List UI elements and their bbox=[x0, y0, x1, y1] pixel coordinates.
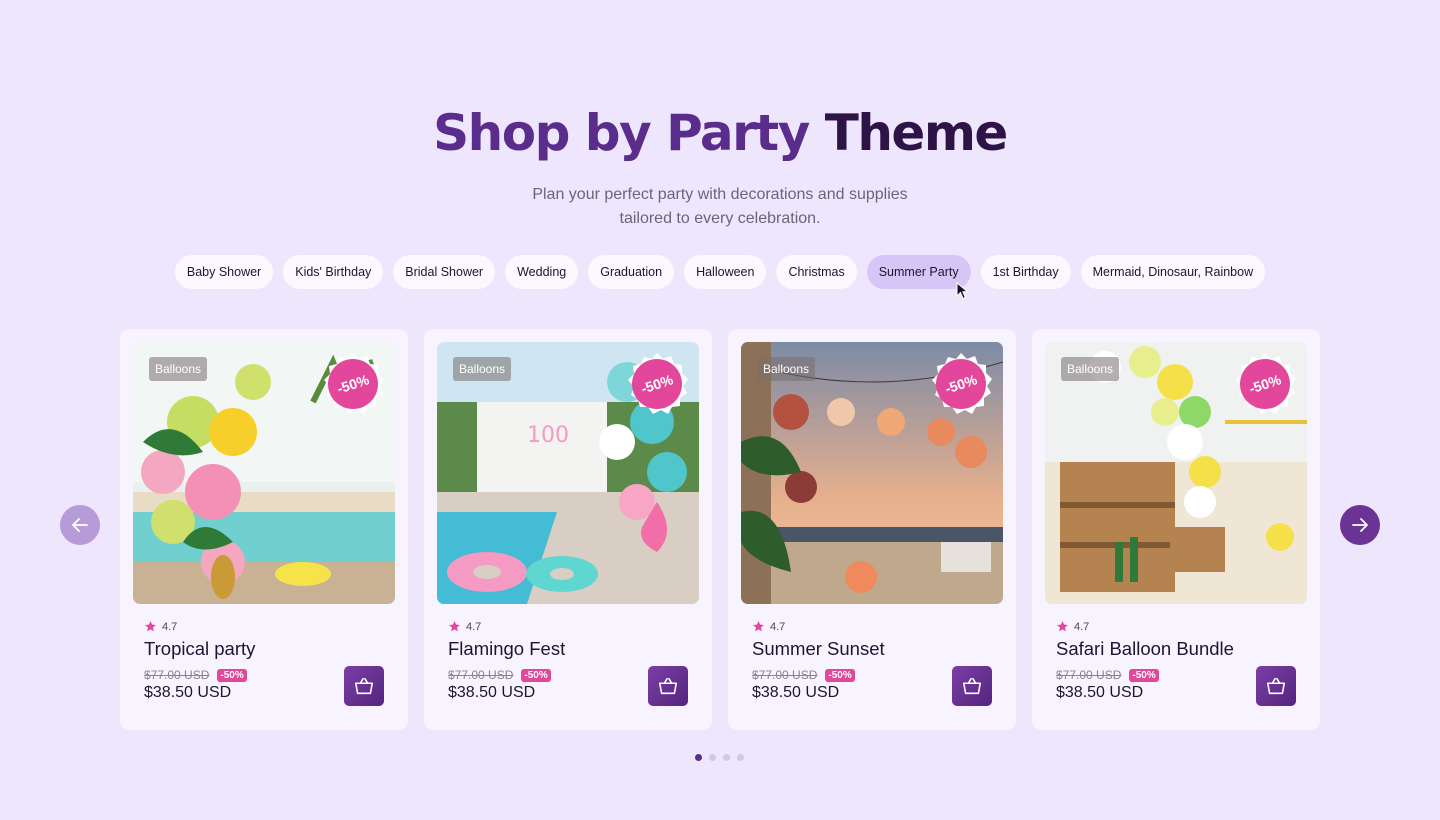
product-rating: 4.7 bbox=[752, 620, 785, 633]
theme-chip-kids-birthday[interactable]: Kids' Birthday bbox=[283, 255, 384, 289]
discount-tag: -50% bbox=[825, 668, 855, 682]
product-card[interactable]: Balloons -50% 4.7 Safari Balloon Bundle … bbox=[1032, 329, 1320, 730]
product-name[interactable]: Safari Balloon Bundle bbox=[1056, 638, 1234, 660]
theme-chip-bridal-shower[interactable]: Bridal Shower bbox=[393, 255, 496, 289]
product-image[interactable]: 100 Balloons -50% bbox=[437, 342, 699, 604]
subtitle-line-2: tailored to every celebration. bbox=[619, 210, 821, 227]
arrow-left-icon bbox=[72, 518, 88, 532]
mouse-pointer-icon bbox=[956, 282, 969, 300]
carousel-dot-3[interactable] bbox=[723, 754, 730, 761]
shopping-basket-icon bbox=[354, 677, 374, 695]
star-icon bbox=[1057, 621, 1068, 632]
product-rating: 4.7 bbox=[1056, 620, 1089, 633]
sale-price: $38.50 USD bbox=[752, 684, 840, 701]
category-tag: Balloons bbox=[1061, 357, 1120, 381]
rating-value: 4.7 bbox=[162, 620, 178, 633]
theme-filter-bar: Baby Shower Kids' Birthday Bridal Shower… bbox=[0, 255, 1440, 289]
carousel-dot-4[interactable] bbox=[737, 754, 744, 761]
add-to-cart-button[interactable] bbox=[952, 666, 992, 706]
discount-tag: -50% bbox=[521, 668, 551, 682]
theme-chip-mermaid-dinosaur-rainbow[interactable]: Mermaid, Dinosaur, Rainbow bbox=[1080, 255, 1266, 289]
discount-badge: -50% bbox=[929, 352, 993, 416]
sale-price: $38.50 USD bbox=[448, 684, 536, 701]
sale-price: $38.50 USD bbox=[144, 684, 232, 701]
title-part-1: Shop by Party bbox=[433, 104, 810, 162]
product-carousel: Balloons -50% 4.7 Tropical party $77.00 … bbox=[120, 329, 1320, 730]
title-part-2: Theme bbox=[824, 104, 1009, 162]
product-card[interactable]: Balloons -50% 4.7 Summer Sunset $77.00 U… bbox=[728, 329, 1016, 730]
discount-badge: -50% bbox=[625, 352, 689, 416]
carousel-pagination bbox=[695, 754, 744, 761]
original-price: $77.00 USD bbox=[1056, 668, 1122, 682]
arrow-right-icon bbox=[1352, 518, 1368, 532]
original-price-row: $77.00 USD -50% bbox=[752, 668, 855, 682]
theme-chip-baby-shower[interactable]: Baby Shower bbox=[174, 255, 274, 289]
page-title: Shop by Party Theme bbox=[0, 104, 1440, 162]
rating-value: 4.7 bbox=[1074, 620, 1090, 633]
discount-badge: -50% bbox=[321, 352, 385, 416]
theme-chip-wedding[interactable]: Wedding bbox=[505, 255, 579, 289]
carousel-prev-button[interactable] bbox=[60, 505, 100, 545]
theme-chip-1st-birthday[interactable]: 1st Birthday bbox=[980, 255, 1071, 289]
product-name[interactable]: Flamingo Fest bbox=[448, 638, 565, 660]
add-to-cart-button[interactable] bbox=[1256, 666, 1296, 706]
page-subtitle: Plan your perfect party with decorations… bbox=[470, 183, 970, 231]
original-price: $77.00 USD bbox=[144, 668, 210, 682]
discount-tag: -50% bbox=[217, 668, 247, 682]
shopping-basket-icon bbox=[658, 677, 678, 695]
discount-badge: -50% bbox=[1233, 352, 1297, 416]
original-price: $77.00 USD bbox=[752, 668, 818, 682]
theme-chip-christmas[interactable]: Christmas bbox=[776, 255, 857, 289]
original-price: $77.00 USD bbox=[448, 668, 514, 682]
sale-price: $38.50 USD bbox=[1056, 684, 1144, 701]
star-icon bbox=[753, 621, 764, 632]
product-image[interactable]: Balloons -50% bbox=[741, 342, 1003, 604]
product-image[interactable]: Balloons -50% bbox=[133, 342, 395, 604]
product-name[interactable]: Tropical party bbox=[144, 638, 255, 660]
rating-value: 4.7 bbox=[466, 620, 482, 633]
category-tag: Balloons bbox=[757, 357, 816, 381]
product-name[interactable]: Summer Sunset bbox=[752, 638, 885, 660]
add-to-cart-button[interactable] bbox=[344, 666, 384, 706]
product-card[interactable]: Balloons -50% 4.7 Tropical party $77.00 … bbox=[120, 329, 408, 730]
original-price-row: $77.00 USD -50% bbox=[144, 668, 247, 682]
product-rating: 4.7 bbox=[448, 620, 481, 633]
rating-value: 4.7 bbox=[770, 620, 786, 633]
product-rating: 4.7 bbox=[144, 620, 177, 633]
shopping-basket-icon bbox=[1266, 677, 1286, 695]
category-tag: Balloons bbox=[453, 357, 512, 381]
svg-text:100: 100 bbox=[527, 423, 569, 448]
product-image[interactable]: Balloons -50% bbox=[1045, 342, 1307, 604]
subtitle-line-1: Plan your perfect party with decorations… bbox=[532, 186, 908, 203]
add-to-cart-button[interactable] bbox=[648, 666, 688, 706]
star-icon bbox=[145, 621, 156, 632]
carousel-next-button[interactable] bbox=[1340, 505, 1380, 545]
original-price-row: $77.00 USD -50% bbox=[448, 668, 551, 682]
shopping-basket-icon bbox=[962, 677, 982, 695]
category-tag: Balloons bbox=[149, 357, 208, 381]
theme-chip-halloween[interactable]: Halloween bbox=[684, 255, 767, 289]
theme-chip-graduation[interactable]: Graduation bbox=[588, 255, 675, 289]
star-icon bbox=[449, 621, 460, 632]
product-card[interactable]: 100 Balloons -50% 4.7 Flamingo Fest $77.… bbox=[424, 329, 712, 730]
original-price-row: $77.00 USD -50% bbox=[1056, 668, 1159, 682]
discount-tag: -50% bbox=[1129, 668, 1159, 682]
carousel-dot-2[interactable] bbox=[709, 754, 716, 761]
carousel-dot-1[interactable] bbox=[695, 754, 702, 761]
